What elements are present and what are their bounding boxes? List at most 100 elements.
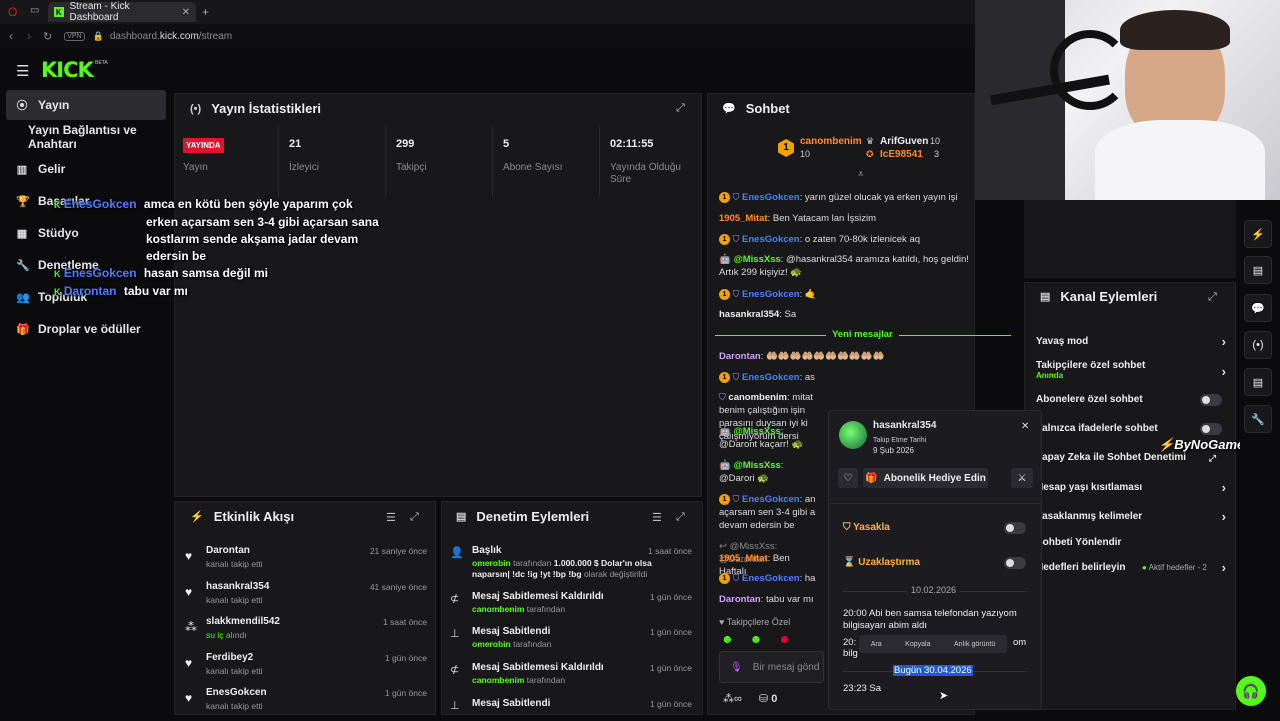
message-date-selected: Bugün 30.04.2026 xyxy=(893,665,973,676)
timeout-toggle[interactable] xyxy=(1004,557,1026,569)
tab-title: Stream - Kick Dashboard xyxy=(69,1,130,23)
lightning-icon[interactable]: ⚡ xyxy=(1244,220,1272,248)
channel-points[interactable]: ⁂∞ ⛁ 0 xyxy=(723,692,777,705)
url-host: kick.com xyxy=(159,30,199,42)
chat-message: 1 ⛉ EnesGokcen: as xyxy=(719,371,981,384)
redirect-chat-item[interactable]: Sohbeti Yönlendir xyxy=(1036,537,1226,551)
live-label: Yayın xyxy=(183,162,208,173)
empty-panel xyxy=(1024,200,1236,278)
activity-item: ♥ hasankral354 kanalı takip etti 41 saniye … xyxy=(185,581,427,605)
back-icon[interactable]: ‹ xyxy=(9,29,13,43)
top-gifter-name[interactable]: canombenim xyxy=(800,136,862,147)
user-message: 20: xyxy=(843,637,857,648)
hourglass-icon: ⌛ xyxy=(843,557,859,568)
broadcast-icon[interactable]: (•) xyxy=(1244,331,1272,359)
sidebar-item-stream-key[interactable]: Yayın Bağlantısı ve Anahtarı xyxy=(6,122,166,152)
context-snapshot[interactable]: Anlık görüntü xyxy=(954,641,995,648)
gifter-name[interactable]: IcE98541 xyxy=(880,149,923,160)
channel-actions-icon: ▤ xyxy=(1040,291,1051,303)
menu-icon[interactable]: ☰ xyxy=(16,62,29,80)
ai-moderation-item[interactable]: Yapay Zeka ile Sohbet Denetimi ⤢ xyxy=(1036,452,1226,466)
timeout-label: ⌛ Uzaklaştırma xyxy=(843,557,920,568)
chat-message: 1 ⛉ EnesGokcen: ha xyxy=(719,572,819,585)
popout-icon[interactable]: ⤢ xyxy=(410,511,419,524)
subscribers-only-item[interactable]: Abonelere özel sohbet xyxy=(1036,394,1226,408)
banned-words-item[interactable]: Yasaklanmış kelimeler › xyxy=(1036,509,1226,525)
browser-tab[interactable]: K Stream - Kick Dashboard ✕ xyxy=(48,1,196,23)
chat-message: 1 ⛉ EnesGokcen: 🤙 xyxy=(719,288,981,301)
live-stat: YAYINDA Yayın xyxy=(183,137,224,174)
live-badge: YAYINDA xyxy=(183,138,224,153)
context-search[interactable]: Ara xyxy=(871,641,882,648)
filter-icon[interactable]: ☰ xyxy=(386,511,396,524)
emote-icon: ☻ xyxy=(749,632,763,646)
filter-icon[interactable]: ☰ xyxy=(652,511,662,524)
heart-icon: ♥ xyxy=(185,549,193,563)
slow-mode-item[interactable]: Yavaş mod › xyxy=(1036,334,1226,350)
stream-stats-header: (•) Yayın İstatistikleri xyxy=(190,101,322,116)
account-age-item[interactable]: Hesap yaşı kısıtlaması › xyxy=(1036,480,1226,496)
chat-header: 💬 Sohbet xyxy=(722,101,790,116)
overlay-chat: K EnesGokcen amca en kötü ben şöyle yapa… xyxy=(54,196,394,301)
browser-tab-bar: O ▭ K Stream - Kick Dashboard ✕ + xyxy=(0,0,975,24)
pin-icon: ⊥ xyxy=(450,700,460,712)
emote-only-item[interactable]: Yalnızca ifadelerle sohbet xyxy=(1036,423,1226,437)
viewers-stat: 21 İzleyici xyxy=(278,127,385,197)
context-copy[interactable]: Kopyala xyxy=(905,641,930,648)
overlay-line: K EnesGokcen amca en kötü ben şöyle yapa… xyxy=(54,197,353,211)
followers-stat: 299 Takipçi xyxy=(385,127,492,197)
lightning-icon: ⚡ xyxy=(190,511,204,523)
microphone-icon[interactable]: 🎙 xyxy=(730,662,743,673)
gift-icon: 🎁 xyxy=(865,472,878,484)
gift-subscription-button[interactable]: 🎁 Abonelik Hediye Edin xyxy=(863,468,988,488)
tabs-icon[interactable]: ▭ xyxy=(30,5,39,16)
webcam-feed xyxy=(975,0,1280,200)
popout-icon[interactable]: ⤢ xyxy=(676,511,685,524)
new-tab-icon[interactable]: + xyxy=(202,5,209,19)
new-messages-label: Yeni mesajlar xyxy=(826,329,899,340)
wrench-icon[interactable]: 🔧 xyxy=(1244,405,1272,433)
emote-only-toggle[interactable] xyxy=(1200,423,1222,435)
forward-icon[interactable]: › xyxy=(27,29,31,43)
ban-toggle[interactable] xyxy=(1004,522,1026,534)
followers-only-label: ♥ Takipçilere Özel xyxy=(719,617,791,627)
chat-message: 🤖 @MissXss: @Daront kaçarr! 🐢 xyxy=(719,426,804,450)
vpn-badge[interactable]: VPN xyxy=(64,31,85,41)
sidebar-item-gelir[interactable]: ▥ Gelir xyxy=(6,154,166,184)
title-icon: 👤 xyxy=(450,547,464,559)
sword-icon: ⚔ xyxy=(1017,472,1027,484)
activity-feed-header: ⚡ Etkinlik Akışı xyxy=(190,509,295,524)
expand-leaderboard-icon[interactable]: ⩡ xyxy=(858,169,864,180)
document-icon[interactable]: ▤ xyxy=(1244,256,1272,284)
chat-input[interactable]: 🎙 Bir mesaj gönd xyxy=(719,651,824,683)
close-tab-icon[interactable]: ✕ xyxy=(182,7,190,18)
emote-bar[interactable]: ☻ ☻ ☻ xyxy=(721,632,821,648)
popout-icon[interactable]: ⤢ xyxy=(1208,291,1217,304)
gifter-name[interactable]: ArifGuven xyxy=(880,136,928,147)
user-message-tail: om xyxy=(1013,637,1027,648)
follow-heart-button[interactable]: ♡ xyxy=(838,468,858,488)
sidebar-item-droplar[interactable]: 🎁 Droplar ve ödüller xyxy=(6,314,166,344)
channel-actions-icon[interactable]: ▤ xyxy=(1244,368,1272,396)
close-icon[interactable]: ✕ xyxy=(1021,421,1029,432)
goals-item[interactable]: Hedefleri belirleyin ● Aktif hedefler - 2… xyxy=(1036,560,1226,576)
reload-icon[interactable]: ↻ xyxy=(43,30,52,43)
subscribers-only-toggle[interactable] xyxy=(1200,394,1222,406)
chat-message: 🤖 @MissXss: @hasankral354 aramıza katıld… xyxy=(719,254,969,278)
studio-icon: ▦ xyxy=(16,227,28,240)
sidebar-item-yayin[interactable]: ⦿ Yayın xyxy=(6,90,166,120)
activity-item: ♥ Ferdibey2 kanalı takip etti 1 gün önce xyxy=(185,652,427,676)
kick-logo[interactable]: KICK xyxy=(41,58,94,82)
popout-icon[interactable]: ⤢ xyxy=(676,102,685,115)
followers-only-item[interactable]: Takipçilere özel sohbet Anında › xyxy=(1036,360,1226,382)
moderation-item: ⊥ Mesaj Sabitlendi omerobin tarafından 1 gü… xyxy=(450,626,692,649)
chat-message: 1 ⛉ EnesGokcen: o zaten 70-80k izlenicek… xyxy=(719,233,981,246)
mod-action-button[interactable]: ⚔ xyxy=(1011,468,1033,488)
support-headset-icon[interactable]: 🎧 xyxy=(1236,676,1266,706)
address-bar[interactable]: ‹ › ↻ VPN 🔒 dashboard. kick.com/stream xyxy=(0,24,975,48)
opera-logo-icon[interactable]: O xyxy=(8,5,17,19)
broadcast-icon: (•) xyxy=(190,102,202,115)
chat-icon[interactable]: 💬 xyxy=(1244,294,1272,322)
chat-message: 1 ⛉ EnesGokcen: yarın güzel olucak ya er… xyxy=(719,191,981,204)
chat-message: 🤖 @MissXss: @Darori 🐢 xyxy=(719,460,784,484)
